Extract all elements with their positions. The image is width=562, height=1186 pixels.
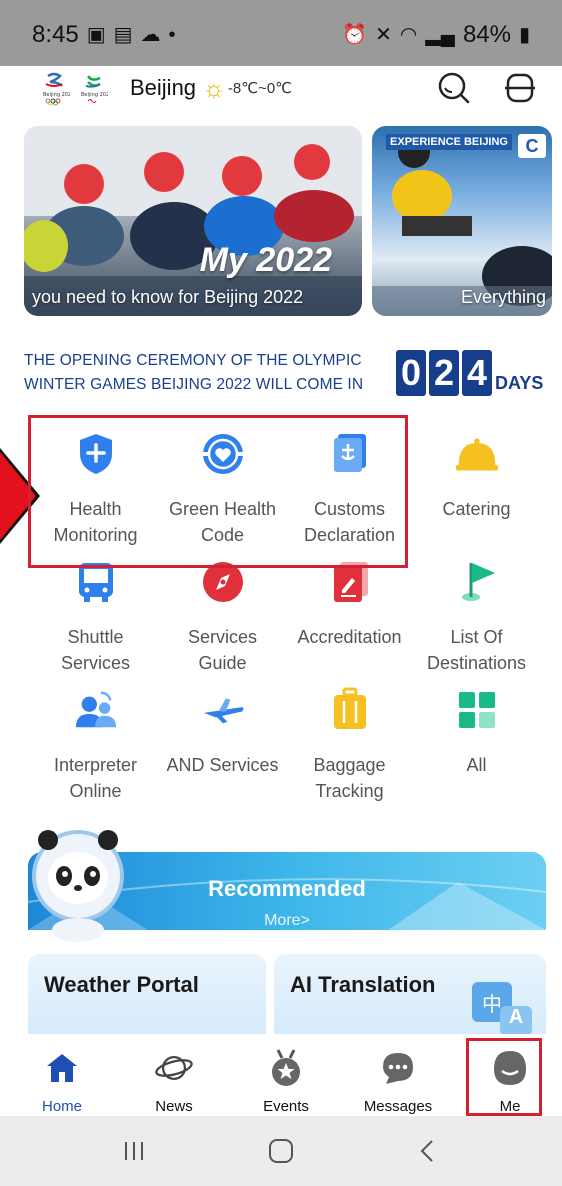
app-header: Beijing 2022 Beijing 2022 Beijing ☼ -8℃~…	[0, 66, 562, 110]
cloud-icon: ☁	[140, 24, 161, 46]
scan-button[interactable]	[502, 70, 538, 106]
annotation-me-highlight	[466, 1038, 542, 1116]
chat-bubble-icon	[378, 1048, 418, 1088]
home-circle-icon	[268, 1139, 293, 1163]
letter-a-icon: A	[500, 1006, 532, 1034]
opening-countdown: THE OPENING CEREMONY OF THE OLYMPIC WINT…	[24, 348, 554, 398]
sun-icon: ☼	[202, 73, 226, 103]
service-interpreter-online[interactable]: Interpreter Online	[32, 688, 159, 804]
service-shuttle-services[interactable]: Shuttle Services	[32, 560, 159, 676]
banner-overlay-text: EXPERIENCE BEIJING	[386, 134, 512, 151]
customs-anchor-icon	[328, 432, 372, 476]
recent-apps-button[interactable]	[114, 1131, 154, 1171]
status-time: 8:45	[32, 21, 79, 48]
system-navigation-bar	[0, 1116, 562, 1186]
accreditation-pen-icon	[328, 560, 372, 604]
banner-my-2022[interactable]: My 2022 you need to know for Beijing 202…	[24, 126, 362, 316]
svg-text:Beijing 2022: Beijing 2022	[43, 92, 70, 98]
service-accreditation[interactable]: Accreditation	[286, 560, 413, 650]
card-title: AI Translation	[290, 972, 436, 997]
service-catering[interactable]: Catering	[413, 432, 540, 522]
planet-icon	[154, 1048, 194, 1088]
banner-experience-beijing[interactable]: EXPERIENCE BEIJING C Everything	[372, 126, 552, 316]
annotation-arrow	[0, 452, 36, 540]
olympic-emblem-logo: Beijing 2022	[43, 72, 70, 106]
service-green-health-code[interactable]: Green Health Code	[159, 432, 286, 548]
cloche-icon	[455, 432, 499, 476]
alarm-icon: ⏰	[342, 24, 368, 46]
service-customs-declaration[interactable]: Customs Declaration	[286, 432, 413, 548]
service-list-of-destinations[interactable]: List Of Destinations	[413, 560, 540, 676]
recommended-cards: Weather Portal AI Translation 中 A	[28, 954, 546, 1034]
countdown-digit: 0	[396, 350, 426, 396]
home-icon	[42, 1048, 82, 1088]
service-services-guide[interactable]: Services Guide	[159, 560, 286, 676]
dot-icon: •	[168, 24, 176, 46]
card-title: Weather Portal	[44, 972, 199, 997]
airplane-icon	[201, 688, 245, 732]
recent-apps-icon	[124, 1142, 143, 1160]
shield-plus-icon	[74, 432, 118, 476]
countdown-digit: 2	[429, 350, 459, 396]
svg-text:Beijing 2022: Beijing 2022	[81, 92, 108, 98]
service-all[interactable]: All	[413, 688, 540, 778]
city-name[interactable]: Beijing	[130, 75, 196, 101]
countdown-unit: DAYS	[495, 373, 544, 393]
interpreter-people-icon	[74, 688, 118, 732]
compass-icon	[201, 560, 245, 604]
nav-messages[interactable]: Messages	[353, 1034, 443, 1116]
signal-icon: ▂▄	[425, 24, 455, 46]
luggage-icon	[328, 687, 372, 732]
search-icon	[438, 72, 470, 104]
beijing-logo-badge: C	[518, 134, 546, 158]
service-health-monitoring[interactable]: Health Monitoring	[32, 432, 159, 548]
banner-carousel[interactable]: My 2022 you need to know for Beijing 202…	[0, 126, 562, 318]
scan-icon	[505, 73, 535, 103]
mute-icon: ✕	[375, 24, 392, 46]
weather-portal-card[interactable]: Weather Portal	[28, 954, 266, 1034]
service-baggage-tracking[interactable]: Baggage Tracking	[286, 687, 413, 804]
home-system-button[interactable]	[261, 1131, 301, 1171]
service-and-services[interactable]: AND Services	[159, 688, 286, 778]
nav-home[interactable]: Home	[17, 1034, 107, 1116]
chevron-left-icon	[420, 1140, 434, 1162]
grid-icon	[455, 688, 499, 732]
countdown-digit: 4	[462, 350, 492, 396]
temperature-range: -8℃~0℃	[227, 80, 293, 97]
olympic-logos: Beijing 2022 Beijing 2022	[40, 70, 118, 106]
bing-dwen-dwen-mascot	[32, 830, 124, 942]
ai-translation-card[interactable]: AI Translation 中 A	[274, 954, 546, 1034]
notification-app-icon: ▣	[86, 24, 106, 46]
medal-icon	[266, 1048, 306, 1088]
search-button[interactable]	[436, 70, 472, 106]
banner-overlay-text: My 2022	[199, 241, 332, 279]
nav-news[interactable]: News	[129, 1034, 219, 1116]
flag-icon	[455, 560, 499, 604]
battery-icon: ▮	[518, 24, 530, 46]
battery-percent: 84%	[462, 21, 511, 48]
wifi-icon: ◠	[399, 24, 418, 46]
paralympic-emblem-logo: Beijing 2022	[81, 75, 108, 103]
bus-icon	[74, 560, 118, 604]
banner-caption: you need to know for Beijing 2022	[32, 287, 304, 307]
back-button[interactable]	[408, 1131, 448, 1171]
countdown-digits: 0 2 4	[396, 350, 492, 396]
nav-events[interactable]: Events	[241, 1034, 331, 1116]
banner-caption: Everything	[460, 287, 546, 307]
heart-circle-icon	[201, 432, 245, 476]
status-bar: 8:45 ▣ ▤ ☁ • ⏰ ✕ ◠ ▂▄ 84% ▮	[0, 0, 562, 70]
countdown-text: THE OPENING CEREMONY OF THE OLYMPIC WINT…	[24, 352, 364, 393]
calendar-icon: ▤	[113, 24, 133, 46]
